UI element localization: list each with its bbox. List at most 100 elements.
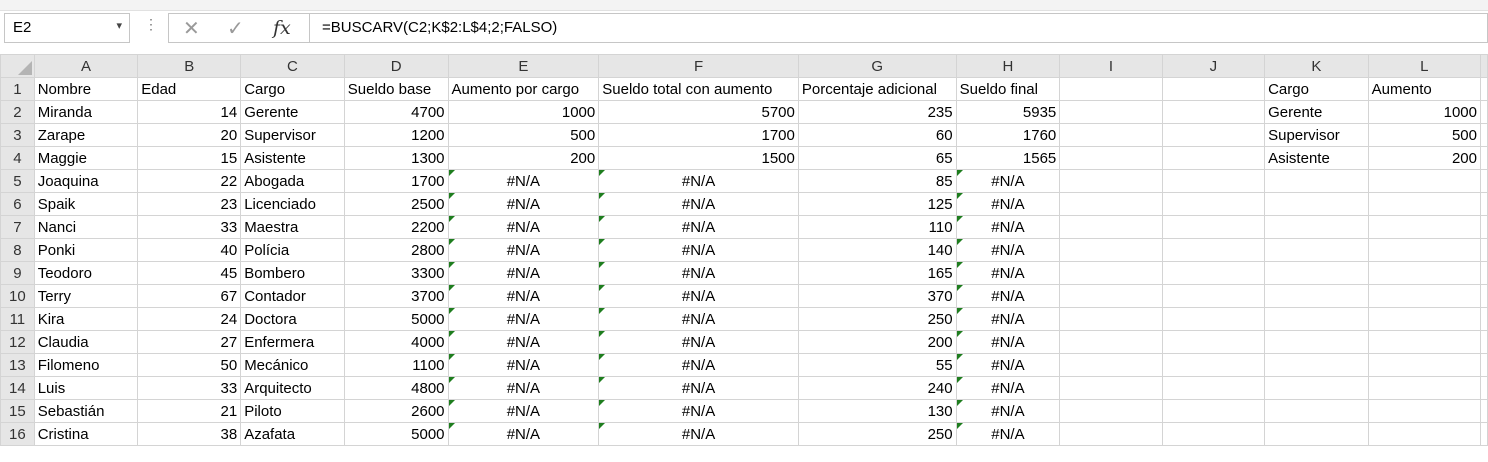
cell-i3[interactable] xyxy=(1059,123,1163,147)
column-header-e[interactable]: E xyxy=(447,54,600,78)
cell-k2[interactable]: Gerente xyxy=(1264,100,1369,124)
cell-f6[interactable]: #N/A xyxy=(598,192,799,216)
cell-f8[interactable]: #N/A xyxy=(598,238,799,262)
cell-k15[interactable] xyxy=(1264,399,1369,423)
cell-f3[interactable]: 1700 xyxy=(598,123,799,147)
enter-icon[interactable]: ✓ xyxy=(227,16,244,41)
cell-j10[interactable] xyxy=(1161,284,1266,308)
cell-m16[interactable] xyxy=(1480,422,1488,446)
cell-b15[interactable]: 21 xyxy=(137,399,242,423)
column-header-c[interactable]: C xyxy=(240,54,345,78)
cell-j4[interactable] xyxy=(1161,146,1266,170)
cell-c13[interactable]: Mecánico xyxy=(240,353,345,377)
cell-h2[interactable]: 5935 xyxy=(955,100,1061,124)
cell-i8[interactable] xyxy=(1059,238,1163,262)
cell-h12[interactable]: #N/A xyxy=(955,330,1061,354)
row-header[interactable]: 10 xyxy=(0,284,35,308)
column-header-k[interactable]: K xyxy=(1264,54,1369,78)
cell-j15[interactable] xyxy=(1161,399,1266,423)
cell-k8[interactable] xyxy=(1264,238,1369,262)
column-header-g[interactable]: G xyxy=(797,54,957,78)
cell-d9[interactable]: 3300 xyxy=(343,261,449,285)
cell-e11[interactable]: #N/A xyxy=(447,307,600,331)
cell-f14[interactable]: #N/A xyxy=(598,376,799,400)
cell-c14[interactable]: Arquitecto xyxy=(240,376,345,400)
column-header-m[interactable] xyxy=(1480,54,1488,78)
cell-h7[interactable]: #N/A xyxy=(955,215,1061,239)
cell-c4[interactable]: Asistente xyxy=(240,146,345,170)
cell-i16[interactable] xyxy=(1059,422,1163,446)
cell-i1[interactable] xyxy=(1059,77,1163,101)
cell-i15[interactable] xyxy=(1059,399,1163,423)
cell-g3[interactable]: 60 xyxy=(797,123,957,147)
cell-k14[interactable] xyxy=(1264,376,1369,400)
cell-d14[interactable]: 4800 xyxy=(343,376,449,400)
cell-g10[interactable]: 370 xyxy=(797,284,957,308)
row-header[interactable]: 4 xyxy=(0,146,35,170)
cell-c7[interactable]: Maestra xyxy=(240,215,345,239)
cell-d3[interactable]: 1200 xyxy=(343,123,449,147)
cell-j16[interactable] xyxy=(1161,422,1266,446)
cell-h16[interactable]: #N/A xyxy=(955,422,1061,446)
cell-b7[interactable]: 33 xyxy=(137,215,242,239)
name-box[interactable]: E2 ▾ xyxy=(4,13,130,43)
cell-m2[interactable] xyxy=(1480,100,1488,124)
cell-h13[interactable]: #N/A xyxy=(955,353,1061,377)
column-header-f[interactable]: F xyxy=(598,54,799,78)
cell-l6[interactable] xyxy=(1367,192,1482,216)
cell-c1[interactable]: Cargo xyxy=(240,77,345,101)
row-header[interactable]: 2 xyxy=(0,100,35,124)
cell-j3[interactable] xyxy=(1161,123,1266,147)
cell-a14[interactable]: Luis xyxy=(33,376,139,400)
row-header[interactable]: 5 xyxy=(0,169,35,193)
cell-f16[interactable]: #N/A xyxy=(598,422,799,446)
cell-g2[interactable]: 235 xyxy=(797,100,957,124)
cell-i4[interactable] xyxy=(1059,146,1163,170)
cell-f4[interactable]: 1500 xyxy=(598,146,799,170)
cancel-icon[interactable]: ✕ xyxy=(183,16,200,41)
cell-l10[interactable] xyxy=(1367,284,1482,308)
cell-c16[interactable]: Azafata xyxy=(240,422,345,446)
cell-m7[interactable] xyxy=(1480,215,1488,239)
cell-l14[interactable] xyxy=(1367,376,1482,400)
cell-l12[interactable] xyxy=(1367,330,1482,354)
cell-m15[interactable] xyxy=(1480,399,1488,423)
row-header[interactable]: 12 xyxy=(0,330,35,354)
cell-b6[interactable]: 23 xyxy=(137,192,242,216)
cell-k3[interactable]: Supervisor xyxy=(1264,123,1369,147)
cell-k5[interactable] xyxy=(1264,169,1369,193)
cell-k6[interactable] xyxy=(1264,192,1369,216)
cell-b12[interactable]: 27 xyxy=(137,330,242,354)
cell-c2[interactable]: Gerente xyxy=(240,100,345,124)
cell-j9[interactable] xyxy=(1161,261,1266,285)
cell-h3[interactable]: 1760 xyxy=(955,123,1061,147)
select-all-corner[interactable] xyxy=(0,54,35,78)
cell-l16[interactable] xyxy=(1367,422,1482,446)
cell-b14[interactable]: 33 xyxy=(137,376,242,400)
cell-b16[interactable]: 38 xyxy=(137,422,242,446)
cell-h8[interactable]: #N/A xyxy=(955,238,1061,262)
cell-g14[interactable]: 240 xyxy=(797,376,957,400)
cell-b1[interactable]: Edad xyxy=(137,77,242,101)
formula-input[interactable]: =BUSCARV(C2;K$2:L$4;2;FALSO) xyxy=(310,13,1488,43)
cell-i14[interactable] xyxy=(1059,376,1163,400)
cell-c11[interactable]: Doctora xyxy=(240,307,345,331)
cell-f13[interactable]: #N/A xyxy=(598,353,799,377)
cell-i5[interactable] xyxy=(1059,169,1163,193)
cell-b3[interactable]: 20 xyxy=(137,123,242,147)
cell-e3[interactable]: 500 xyxy=(447,123,600,147)
cell-e15[interactable]: #N/A xyxy=(447,399,600,423)
cell-d11[interactable]: 5000 xyxy=(343,307,449,331)
cell-k9[interactable] xyxy=(1264,261,1369,285)
cell-m11[interactable] xyxy=(1480,307,1488,331)
cell-e7[interactable]: #N/A xyxy=(447,215,600,239)
cell-a9[interactable]: Teodoro xyxy=(33,261,139,285)
cell-d5[interactable]: 1700 xyxy=(343,169,449,193)
cell-m13[interactable] xyxy=(1480,353,1488,377)
row-header[interactable]: 16 xyxy=(0,422,35,446)
row-header[interactable]: 3 xyxy=(0,123,35,147)
cell-l11[interactable] xyxy=(1367,307,1482,331)
cell-a12[interactable]: Claudia xyxy=(33,330,139,354)
row-header[interactable]: 1 xyxy=(0,77,35,101)
cell-i7[interactable] xyxy=(1059,215,1163,239)
